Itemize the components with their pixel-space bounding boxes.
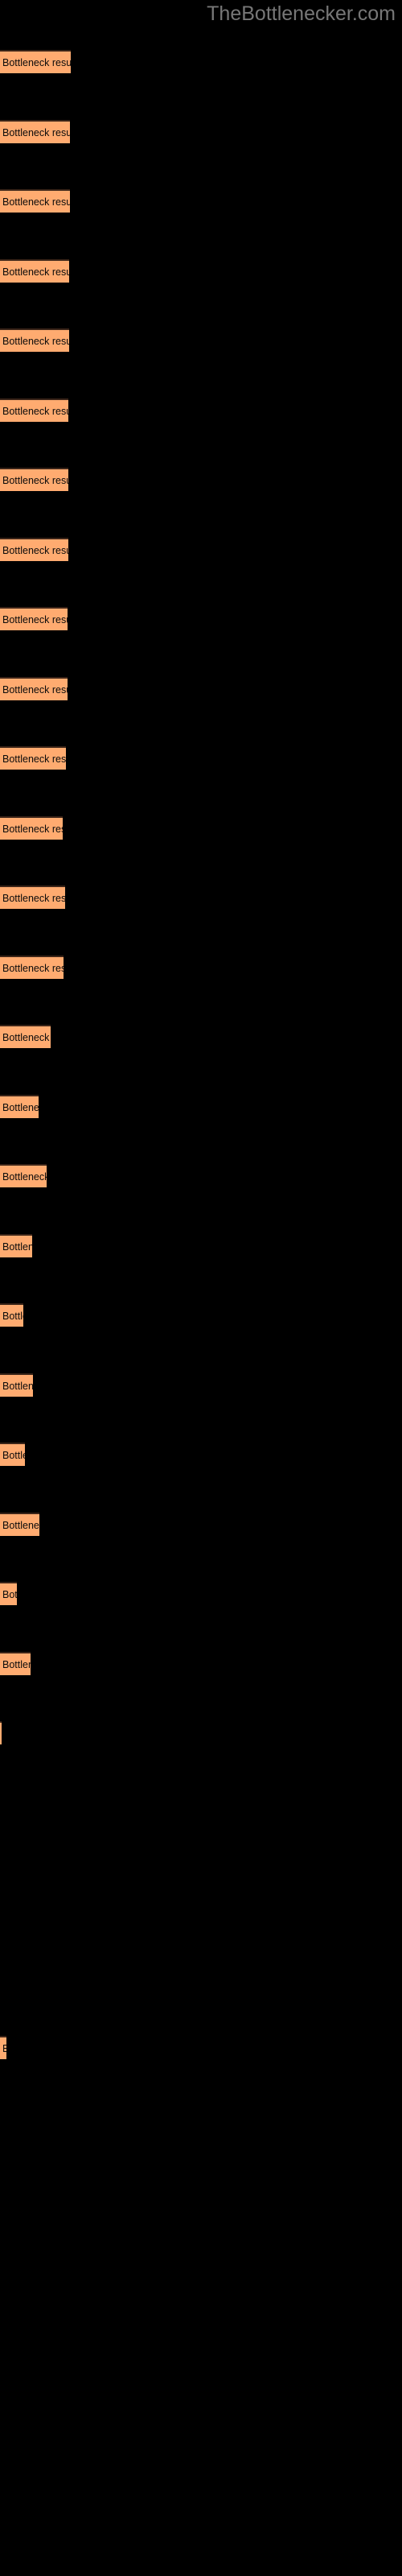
bar-label: Bottleneck result [2, 683, 68, 696]
bottleneck-result-bar[interactable]: Bottleneck result [0, 468, 68, 491]
bottleneck-result-bar[interactable]: Bottleneck result [0, 1164, 47, 1187]
bottleneck-result-bar[interactable]: Bottleneck result [0, 1025, 51, 1048]
bar-label: Bottleneck result [2, 1380, 33, 1392]
bottleneck-result-bar[interactable]: Bottleneck result [0, 1303, 23, 1327]
bottleneck-result-bar[interactable]: Bottleneck result [0, 1582, 17, 1605]
bar-label: Bottleneck result [2, 823, 63, 835]
bar-label: Bottleneck result [2, 1031, 51, 1043]
bar-label: Bottleneck result [2, 1519, 39, 1531]
bottleneck-result-bar[interactable]: Bottleneck result [0, 328, 69, 352]
bottleneck-result-bar[interactable]: Bottleneck result [0, 746, 66, 770]
bar-label: Bottleneck result [2, 126, 70, 138]
bar-label: Bottleneck result [2, 613, 68, 625]
bottleneck-result-bar[interactable]: Bottleneck result [0, 50, 71, 73]
bar-label: Bottleneck result [2, 266, 69, 278]
bar-label: Bottleneck result [2, 2043, 6, 2054]
bottleneck-result-bar[interactable]: Bottleneck result [0, 2036, 6, 2059]
bar-label: Bottleneck result [2, 1170, 47, 1183]
bottleneck-result-bar[interactable]: Bottleneck result [0, 1095, 39, 1118]
bottleneck-result-bar[interactable]: Bottleneck result [0, 677, 68, 700]
bar-label: Bottleneck result [2, 892, 65, 904]
bottleneck-result-bar[interactable]: Bottleneck result [0, 259, 69, 283]
bar-label: Bottleneck result [2, 1449, 25, 1461]
bar-label: Bottleneck result [2, 962, 64, 974]
bar-label: Bottleneck result [2, 56, 71, 68]
bar-label: Bottleneck result [2, 1310, 23, 1322]
bottleneck-result-bar[interactable]: Bottleneck result [0, 956, 64, 979]
bottleneck-result-bar[interactable]: Bottleneck result [0, 120, 70, 143]
bar-label: Bottleneck result [2, 544, 68, 556]
bottleneck-result-bar[interactable]: Bottleneck result [0, 1513, 39, 1536]
bar-label: Bottleneck result [2, 753, 66, 765]
bottleneck-result-bar[interactable]: Bottleneck result [0, 1234, 32, 1257]
bar-label: Bottleneck result [2, 474, 68, 486]
bar-label: Bottleneck result [2, 405, 68, 417]
bottleneck-result-bar[interactable]: Bottleneck result [0, 398, 68, 422]
bottleneck-result-bar[interactable]: Bottleneck result [0, 607, 68, 630]
bottleneck-result-bar[interactable]: Bottleneck result [0, 1721, 2, 1744]
bottleneck-result-bar[interactable]: Bottleneck result [0, 538, 68, 561]
bar-label: Bottleneck result [2, 335, 69, 347]
bar-label: Bottleneck result [2, 1101, 39, 1113]
bottleneck-result-bar[interactable]: Bottleneck result [0, 1652, 31, 1675]
bottleneck-result-bar[interactable]: Bottleneck result [0, 189, 70, 213]
bottleneck-result-bar[interactable]: Bottleneck result [0, 816, 63, 840]
bottleneck-result-bar[interactable]: Bottleneck result [0, 1443, 25, 1466]
bottleneck-bar-chart: Bottleneck result Bottleneck result Bottle… [0, 0, 402, 2576]
bar-label: Bottleneck result [2, 196, 70, 208]
bar-label: Bottleneck result [2, 1658, 31, 1670]
bar-label: Bottleneck result [2, 1241, 32, 1253]
bottleneck-result-bar[interactable]: Bottleneck result [0, 886, 65, 909]
bottleneck-result-bar[interactable]: Bottleneck result [0, 1373, 33, 1397]
bar-label: Bottleneck result [2, 1588, 17, 1600]
